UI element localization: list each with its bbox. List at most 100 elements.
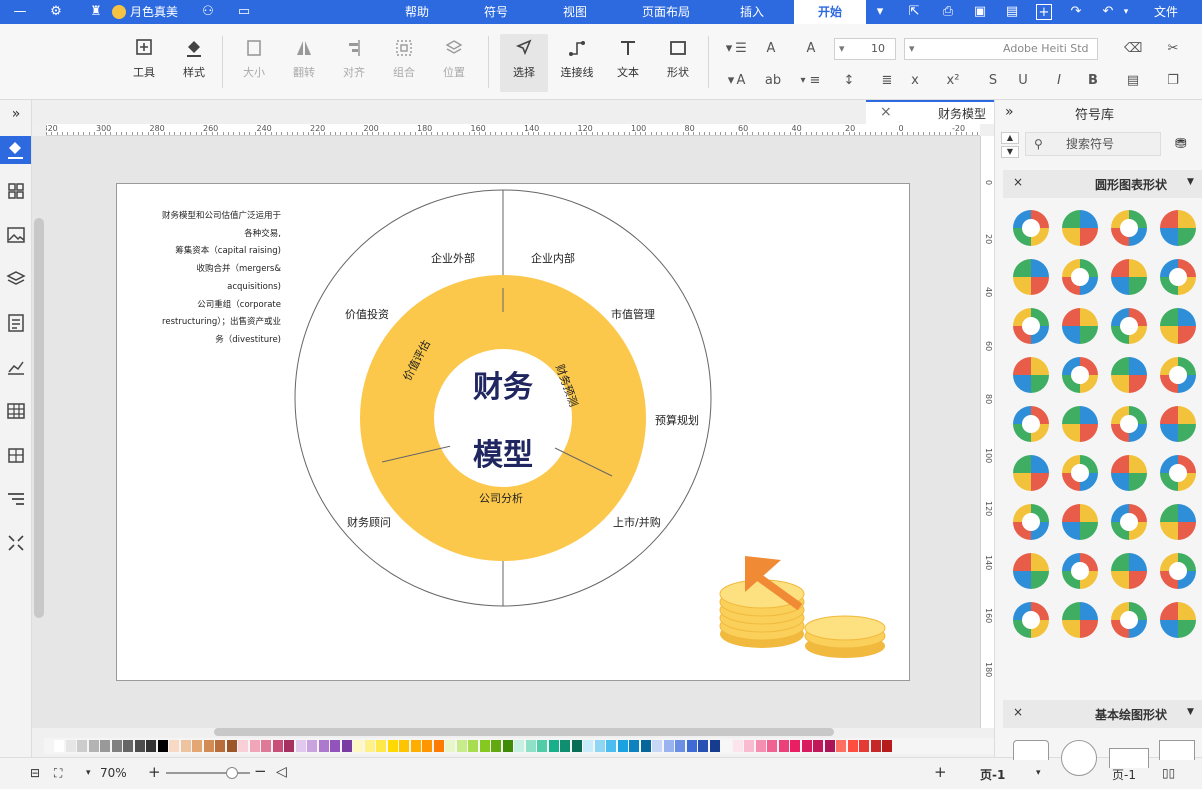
italic-icon[interactable]: I [1050,72,1068,90]
color-swatch[interactable] [169,740,179,752]
color-swatch[interactable] [652,740,662,752]
clear-format-icon[interactable]: x [906,72,924,90]
section-basic-drawing[interactable]: × 基本绘图形状 ▼ [1003,700,1202,728]
circle-chart-template[interactable] [1109,355,1149,395]
color-swatch[interactable] [330,740,340,752]
circle-chart-template[interactable] [1109,404,1149,444]
zoom-out-button[interactable]: − [254,762,267,780]
color-swatch[interactable] [502,740,513,752]
export-icon[interactable]: ⇱ [906,4,922,20]
select-button[interactable]: 选择 [500,34,548,92]
color-swatch[interactable] [272,740,283,752]
color-swatch[interactable] [813,740,823,752]
undo-icon[interactable]: ↶ [1100,4,1116,20]
color-swatch[interactable] [376,740,386,752]
menu-file[interactable]: 文件 [1154,0,1178,24]
undo-dropdown-icon[interactable]: ▾ [1118,4,1134,20]
close-tab-icon[interactable]: × [880,104,892,120]
fit-page-icon[interactable]: ⊟ [30,766,40,780]
page-dropdown-icon[interactable]: ▾ [1036,768,1041,778]
color-swatch[interactable] [65,740,76,752]
circle-chart-template[interactable] [1060,306,1100,346]
color-swatch[interactable] [571,740,582,752]
circle-chart-template[interactable] [1158,404,1198,444]
font-name-select[interactable]: ▾ Adobe Heiti Std [904,38,1098,60]
color-swatch[interactable] [468,740,478,752]
chart-tool[interactable] [5,356,27,378]
color-swatch[interactable] [307,740,317,752]
color-swatch[interactable] [778,740,789,752]
circle-chart-template[interactable] [1011,208,1051,248]
color-swatch[interactable] [801,740,812,752]
circle-chart-template[interactable] [1011,502,1051,542]
color-swatch[interactable] [744,740,754,752]
save-icon[interactable]: ▣ [972,4,988,20]
circle-chart-template[interactable] [1011,551,1051,591]
circle-chart-template[interactable] [1060,551,1100,591]
circle-chart-template[interactable] [1011,404,1051,444]
group-button[interactable]: 组合 [384,34,424,92]
current-page-tab[interactable]: 页-1 [980,766,1005,783]
connector-button[interactable]: 连接线 [554,34,600,92]
color-swatch[interactable] [514,740,524,752]
close-section-icon[interactable]: × [1013,175,1023,189]
color-swatch[interactable] [445,740,455,752]
zoom-dropdown-icon[interactable]: ▾ [86,768,91,778]
color-swatch[interactable] [410,740,421,752]
layers-tool[interactable] [5,268,27,290]
format-painter-icon[interactable]: ⌫ [1124,40,1142,58]
color-swatch[interactable] [870,740,881,752]
text-color-icon[interactable]: A [732,72,750,90]
circle-chart-template[interactable] [1109,257,1149,297]
color-swatch[interactable] [422,740,432,752]
fit-tool[interactable] [5,532,27,554]
color-swatch[interactable] [525,740,536,752]
color-swatch[interactable] [261,740,271,752]
expand-icon[interactable]: » [5,106,27,128]
menu-home[interactable]: 开始 [794,0,866,24]
color-swatch[interactable] [721,740,731,752]
user-brand[interactable]: 月色真美 [112,4,178,20]
zoom-in-button[interactable]: + [148,763,161,781]
circle-chart-template[interactable] [1011,355,1051,395]
collapse-section-icon[interactable]: ▼ [1187,177,1194,187]
circle-chart-template[interactable] [1158,306,1198,346]
image-tool[interactable] [5,224,27,246]
redo-icon[interactable]: ↷ [1068,4,1084,20]
format-tool[interactable] [5,488,27,510]
color-swatch[interactable] [824,740,835,752]
color-swatch[interactable] [77,740,87,752]
zoom-slider[interactable] [166,767,250,779]
circle-chart-template[interactable] [1158,600,1198,640]
circle-chart-template[interactable] [1158,551,1198,591]
page-tool[interactable] [5,312,27,334]
superscript-icon[interactable]: x² [944,72,962,90]
color-swatch[interactable] [88,740,99,752]
color-swatch[interactable] [617,740,628,752]
color-swatch[interactable] [790,740,800,752]
strikethrough-icon[interactable]: S [984,72,1002,90]
circle-chart-template[interactable] [1011,453,1051,493]
color-swatch[interactable] [134,740,145,752]
symbol-search-input[interactable]: ⚲ 搜索符号 [1025,132,1161,156]
print-icon[interactable]: ⎙ [940,4,956,20]
circle-chart-template[interactable] [1158,453,1198,493]
page-view-icon[interactable]: ▯▯ [1162,766,1175,780]
comment-icon[interactable]: ▭ [236,4,252,20]
position-button[interactable]: 位置 [434,34,474,92]
color-swatch[interactable] [226,740,237,752]
open-icon[interactable]: ▤ [1004,4,1020,20]
color-swatch[interactable] [203,740,214,752]
fill-tool[interactable] [0,136,31,164]
tools-button[interactable]: 工具 [124,34,164,92]
close-section-icon[interactable]: × [1013,705,1023,719]
color-swatch[interactable] [284,740,294,752]
font-grow-icon[interactable]: A [802,40,820,58]
color-swatch[interactable] [146,740,156,752]
shape-button[interactable]: 形状 [658,34,698,92]
circle-chart-template[interactable] [1011,257,1051,297]
case-icon[interactable]: ab [764,72,782,90]
add-page-button[interactable]: + [934,763,947,781]
color-swatch[interactable] [341,740,352,752]
circle-chart-template[interactable] [1109,306,1149,346]
